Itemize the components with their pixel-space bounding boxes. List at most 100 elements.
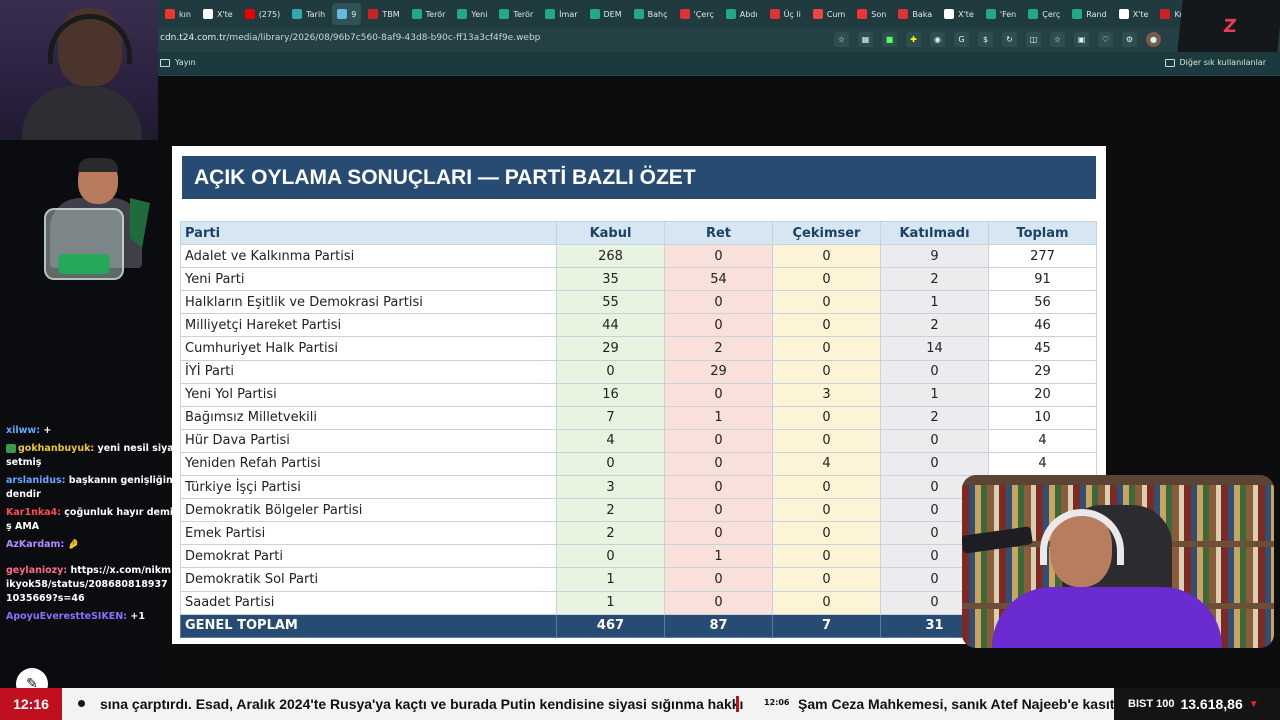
grid-icon[interactable]: ▦ xyxy=(858,32,873,47)
extension-icons: ☆ ▦ ■ ✚ ◉ G $ ↻ ◫ ☆ ▣ ♡ ⚙ ● xyxy=(834,32,1161,47)
value-cell: 0 xyxy=(772,544,881,569)
browser-tab[interactable]: Abdı xyxy=(721,3,763,25)
tab-label: X'te xyxy=(958,9,974,19)
extensions-icon[interactable]: ⚙ xyxy=(1122,32,1137,47)
value-cell: 0 xyxy=(772,290,881,315)
chat-username[interactable]: gokhanbuyuk: xyxy=(18,443,94,454)
chat-message: ApoyuEverestteSIKEN: +1 xyxy=(6,610,174,624)
value-cell: 268 xyxy=(556,244,665,269)
column-header: Katılmadı xyxy=(880,220,989,246)
news-ticker: 12:16 sına çarptırdı. Esad, Aralık 2024'… xyxy=(0,688,1280,720)
value-cell: 0 xyxy=(664,590,773,615)
flag-shape xyxy=(130,198,150,248)
chat-username[interactable]: AzKardam: xyxy=(6,539,64,550)
tab-favicon-icon xyxy=(165,9,175,19)
bookmarks-bar: Yayın Diğer sık kullanılanlar xyxy=(0,52,1280,76)
tab-favicon-icon xyxy=(1028,9,1039,19)
ticker-headline: sına çarptırdı. Esad, Aralık 2024'te Rus… xyxy=(100,696,744,712)
down-arrow-icon: ▼ xyxy=(1248,698,1259,710)
tab-favicon-icon xyxy=(545,9,556,19)
browser-tab[interactable]: Terör xyxy=(407,3,451,25)
value-cell: 2 xyxy=(556,498,665,523)
browser-tab[interactable]: (275) xyxy=(240,3,286,25)
refresh-icon[interactable]: ↻ xyxy=(1002,32,1017,47)
collections-icon[interactable]: ▣ xyxy=(1074,32,1089,47)
shield-icon[interactable]: ◉ xyxy=(930,32,945,47)
value-cell: 0 xyxy=(772,359,881,384)
split-icon[interactable]: ◫ xyxy=(1026,32,1041,47)
party-name-cell: İYİ Parti xyxy=(180,359,557,384)
browser-tab[interactable]: 'Fen xyxy=(981,3,1021,25)
chat-username[interactable]: ApoyuEverestteSIKEN: xyxy=(6,611,127,622)
browser-tab[interactable]: Bahç xyxy=(629,3,673,25)
address-bar[interactable]: cdn.t24.com.tr/media/library/2026/08/96b… xyxy=(0,28,1280,52)
browser-tab[interactable]: Baka xyxy=(893,3,937,25)
browser-tab[interactable]: Yeni xyxy=(452,3,492,25)
ticker-separator xyxy=(736,696,739,712)
heart-icon[interactable]: ♡ xyxy=(1098,32,1113,47)
browser-tab[interactable]: Terör xyxy=(494,3,538,25)
tab-label: Baka xyxy=(912,9,933,19)
value-cell: 0 xyxy=(664,521,773,546)
chat-messages: xilww: + gokhanbuyuk: yeni nesil siyaset… xyxy=(6,424,174,628)
value-cell: 0 xyxy=(772,267,881,292)
favorites-icon[interactable]: ☆ xyxy=(1050,32,1065,47)
green-balls xyxy=(58,254,110,274)
browser-tab[interactable]: Tarih xyxy=(287,3,330,25)
browser-tab[interactable]: X'te xyxy=(939,3,979,25)
party-name-cell: Türkiye İşçi Partisi xyxy=(180,475,557,500)
chat-message: xilww: + xyxy=(6,424,174,438)
chat-username[interactable]: Kar1nka4: xyxy=(6,507,61,518)
browser-tab[interactable]: X'te xyxy=(198,3,238,25)
value-cell: 0 xyxy=(772,336,881,361)
browser-tab[interactable]: Çerç xyxy=(1023,3,1065,25)
party-name-cell: Demokratik Sol Parti xyxy=(180,567,557,592)
total-value-cell: 7 xyxy=(772,613,881,638)
chat-username[interactable]: xilww: xyxy=(6,425,40,436)
value-cell: 35 xyxy=(556,267,665,292)
value-cell: 0 xyxy=(664,498,773,523)
table-row: Cumhuriyet Halk Partisi 29 2 0 14 45 xyxy=(180,336,1097,361)
chat-username[interactable]: arslanidus: xyxy=(6,475,65,486)
tab-label: Üç li xyxy=(783,9,801,19)
url-field[interactable]: cdn.t24.com.tr/media/library/2026/08/96b… xyxy=(160,33,540,43)
browser-tab[interactable]: 9 xyxy=(332,3,362,25)
value-cell: 0 xyxy=(556,451,665,477)
chat-username[interactable]: geylaniozy: xyxy=(6,565,67,576)
browser-tab[interactable]: kın xyxy=(160,3,196,25)
browser-tab[interactable]: Son xyxy=(852,3,891,25)
table-row: Hür Dava Partisi 4 0 0 0 4 xyxy=(180,428,1097,453)
value-cell: 9 xyxy=(880,244,989,269)
browser-tab[interactable]: İmar xyxy=(540,3,582,25)
party-name-cell: Yeniden Refah Partisi xyxy=(180,451,557,477)
profile-avatar-icon[interactable]: ● xyxy=(1146,32,1161,47)
value-cell: 0 xyxy=(772,428,881,453)
total-label-cell: GENEL TOPLAM xyxy=(180,613,557,638)
translate-icon[interactable]: G xyxy=(954,32,969,47)
other-bookmarks[interactable]: Diğer sık kullanılanlar xyxy=(1164,58,1266,67)
star-icon[interactable]: ☆ xyxy=(834,32,849,47)
browser-tab[interactable]: TBM xyxy=(363,3,404,25)
browser-tab[interactable]: DEM xyxy=(585,3,627,25)
tab-favicon-icon xyxy=(944,9,955,19)
tab-label: Bahç xyxy=(647,9,668,19)
battery-icon[interactable]: ■ xyxy=(882,32,897,47)
value-cell: 0 xyxy=(664,428,773,453)
value-cell: 0 xyxy=(772,475,881,500)
tab-favicon-icon xyxy=(725,9,736,19)
table-row: Adalet ve Kalkınma Partisi 268 0 0 9 277 xyxy=(180,244,1097,269)
dollar-icon[interactable]: $ xyxy=(978,32,993,47)
webcam-person-body xyxy=(22,86,142,140)
browser-tab[interactable]: Üç li xyxy=(765,3,806,25)
table-row: Demokratik Sol Parti 1 0 0 0 xyxy=(180,567,1097,592)
browser-tab[interactable]: X'te xyxy=(1114,3,1154,25)
tab-favicon-icon xyxy=(985,9,996,19)
results-title: AÇIK OYLAMA SONUÇLARI — PARTİ BAZLI ÖZET xyxy=(182,156,1096,199)
bookmark-yayin[interactable]: Yayın xyxy=(160,58,196,67)
browser-tab[interactable]: Cum xyxy=(808,3,850,25)
column-header: Parti xyxy=(180,220,557,246)
puzzle-icon[interactable]: ✚ xyxy=(906,32,921,47)
tab-favicon-icon xyxy=(1160,9,1171,19)
browser-tab[interactable]: 'Çerç xyxy=(675,3,719,25)
browser-tab[interactable]: Rand xyxy=(1067,3,1111,25)
